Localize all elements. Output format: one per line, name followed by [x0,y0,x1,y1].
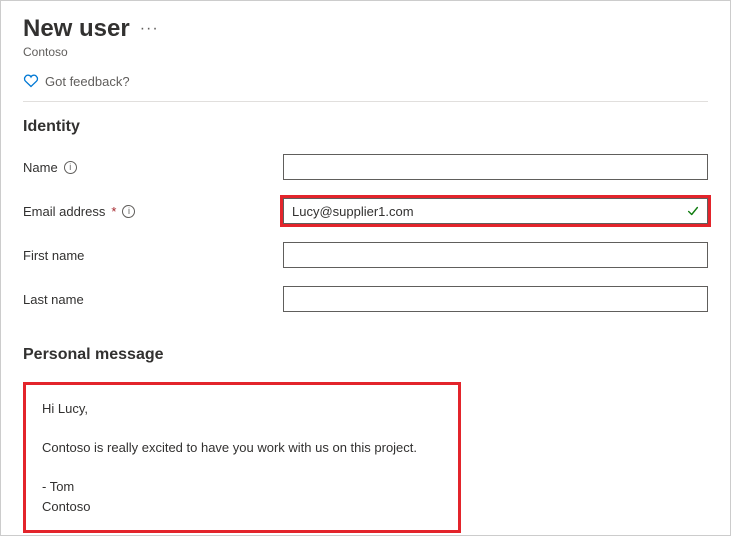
breadcrumb: Contoso [23,45,708,59]
info-icon[interactable]: i [122,205,135,218]
feedback-label: Got feedback? [45,74,130,89]
email-label: Email address * i [23,204,283,219]
info-icon[interactable]: i [64,161,77,174]
email-input-highlight [283,198,708,224]
feedback-link[interactable]: Got feedback? [23,73,708,102]
section-title-personal-message: Personal message [23,346,708,364]
name-label: Name i [23,160,283,175]
more-icon[interactable]: ··· [140,20,159,38]
lastname-input[interactable] [283,286,708,312]
name-input[interactable] [283,154,708,180]
required-indicator: * [111,204,116,219]
check-icon [686,204,700,218]
firstname-input[interactable] [283,242,708,268]
email-input[interactable] [283,198,708,224]
firstname-label: First name [23,248,283,263]
section-title-identity: Identity [23,118,708,136]
personal-message-box[interactable]: Hi Lucy, Contoso is really excited to ha… [23,382,461,533]
page-title: New user [23,15,130,43]
lastname-label: Last name [23,292,283,307]
heart-icon [23,73,39,89]
